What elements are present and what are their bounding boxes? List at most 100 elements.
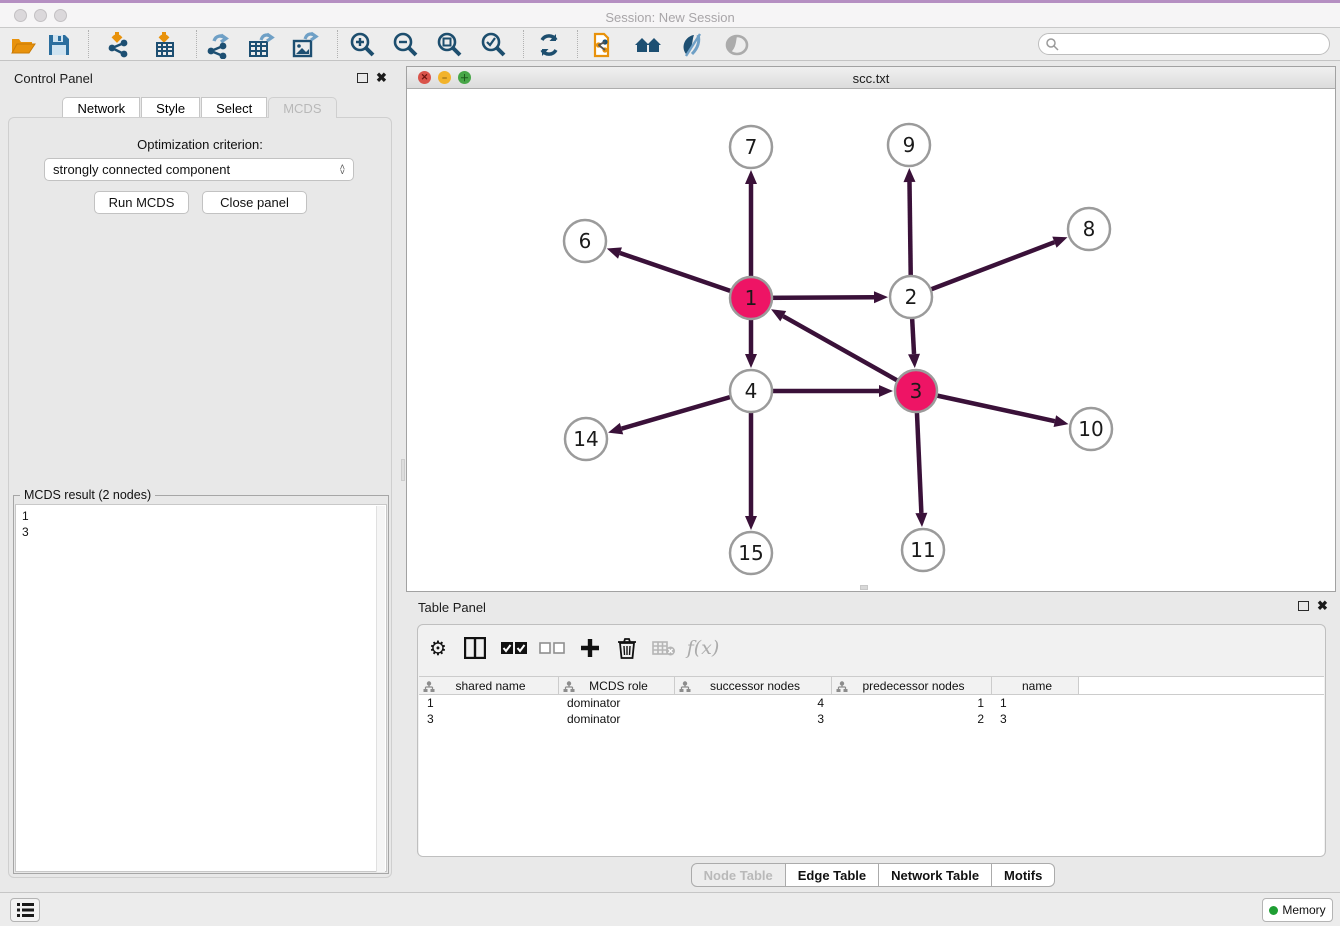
column-header-MCDS-role[interactable]: MCDS role	[559, 677, 675, 694]
edge-arrowhead	[745, 354, 757, 368]
table-tabs: Node TableEdge TableNetwork TableMotifs	[406, 863, 1340, 889]
table-cell: 2	[832, 711, 992, 727]
control-panel-title: Control Panel	[14, 71, 93, 86]
control-tabs: NetworkStyleSelectMCDS	[0, 96, 400, 118]
search-input[interactable]	[1059, 35, 1329, 53]
graph-node-label: 6	[579, 229, 592, 253]
close-panel-icon[interactable]: ✖	[1317, 601, 1328, 611]
import-network-icon[interactable]	[103, 31, 133, 58]
mcds-result-line: 1	[22, 508, 380, 524]
edge-3-1	[783, 316, 916, 391]
deselect-all-icon[interactable]	[537, 635, 567, 661]
columns-icon[interactable]	[460, 635, 490, 661]
gear-icon[interactable]: ⚙	[423, 635, 453, 661]
edge-arrowhead	[1054, 415, 1069, 427]
column-flow-icon	[423, 681, 435, 692]
column-header-label: name	[992, 679, 1078, 693]
tab-node-table[interactable]: Node Table	[691, 863, 786, 887]
zoom-out-icon[interactable]	[390, 31, 420, 58]
scrollbar-track[interactable]	[376, 506, 385, 872]
network-title: scc.txt	[407, 71, 1335, 86]
column-flow-icon	[679, 681, 691, 692]
column-header-label: shared name	[419, 679, 558, 693]
memory-label: Memory	[1282, 903, 1325, 917]
criterion-select[interactable]: strongly connected component ˄˅	[44, 158, 354, 181]
toolbar-separator	[337, 30, 338, 58]
refresh-icon[interactable]	[534, 31, 564, 58]
tab-mcds[interactable]: MCDS	[268, 97, 336, 118]
column-header-name[interactable]: name	[992, 677, 1079, 694]
table-panel-buttons: ✖	[1298, 601, 1328, 611]
column-header-predecessor-nodes[interactable]: predecessor nodes	[832, 677, 992, 694]
search-icon	[1045, 37, 1059, 51]
graph-node-label: 1	[745, 286, 758, 310]
graph-node-label: 14	[573, 427, 598, 451]
close-panel-icon[interactable]: ✖	[376, 73, 387, 83]
control-panel-buttons: ✖	[357, 73, 387, 83]
import-table-icon[interactable]	[150, 31, 180, 58]
zoom-fit-icon[interactable]	[434, 31, 464, 58]
export-network-icon[interactable]	[203, 31, 233, 58]
zoom-selected-icon[interactable]	[478, 31, 508, 58]
add-icon[interactable]	[575, 635, 605, 661]
column-header-label: successor nodes	[675, 679, 831, 693]
trash-icon[interactable]	[612, 635, 642, 661]
eye-icon[interactable]	[722, 31, 752, 58]
edge-arrowhead	[874, 291, 888, 303]
table-row[interactable]: 1dominator411	[419, 695, 1324, 711]
table-container: ⚙ f(x) shared nameMCDS rolesuccessor nod…	[417, 624, 1326, 857]
main-toolbar	[0, 28, 1340, 61]
graph-node-label: 11	[910, 538, 935, 562]
search-field[interactable]	[1038, 33, 1330, 55]
column-header-label: predecessor nodes	[832, 679, 991, 693]
table-row[interactable]: 3dominator323	[419, 711, 1324, 727]
network-window-titlebar[interactable]: ✕ − ＋ scc.txt	[407, 67, 1335, 89]
memory-button[interactable]: Memory	[1262, 898, 1333, 922]
save-icon[interactable]	[44, 31, 74, 58]
network-graph-canvas[interactable]: 7968124314101511	[407, 89, 1335, 591]
style-visibility-icon[interactable]	[677, 31, 707, 58]
toolbar-separator	[88, 30, 89, 58]
window-resize-handle[interactable]	[860, 585, 868, 590]
list-icon	[17, 903, 34, 917]
graph-node-label: 7	[745, 135, 758, 159]
memory-status-icon	[1269, 906, 1278, 915]
table-panel-title: Table Panel	[418, 600, 486, 615]
export-image-icon[interactable]	[290, 31, 320, 58]
table-cell: dominator	[559, 711, 675, 727]
copy-network-icon[interactable]	[589, 31, 619, 58]
open-folder-icon[interactable]	[8, 31, 38, 58]
graph-node-label: 8	[1083, 217, 1096, 241]
splitter-handle[interactable]	[401, 459, 405, 481]
table-rows: 1dominator4113dominator323	[419, 695, 1324, 727]
edge-2-8	[911, 242, 1054, 297]
mcds-result-text[interactable]: 13	[15, 504, 387, 872]
graph-node-label: 2	[905, 285, 918, 309]
zoom-in-icon[interactable]	[347, 31, 377, 58]
tab-select[interactable]: Select	[201, 97, 267, 118]
tab-style[interactable]: Style	[141, 97, 200, 118]
status-bar: Memory	[0, 892, 1340, 926]
node-table: shared nameMCDS rolesuccessor nodesprede…	[419, 676, 1324, 856]
graph-node-label: 9	[903, 133, 916, 157]
titlebar: Session: New Session	[0, 3, 1340, 28]
home-icon[interactable]	[633, 31, 663, 58]
panel-selector-button[interactable]	[10, 898, 40, 922]
mcds-result-line: 3	[22, 524, 380, 540]
tab-network-table[interactable]: Network Table	[879, 863, 992, 887]
tab-edge-table[interactable]: Edge Table	[786, 863, 879, 887]
float-panel-icon[interactable]	[357, 73, 368, 83]
column-flow-icon	[563, 681, 575, 692]
float-panel-icon[interactable]	[1298, 601, 1309, 611]
run-mcds-button[interactable]: Run MCDS	[94, 191, 189, 214]
graph-node-label: 4	[745, 379, 758, 403]
tab-motifs[interactable]: Motifs	[992, 863, 1055, 887]
tab-network[interactable]: Network	[62, 97, 140, 118]
optimization-criterion-label: Optimization criterion:	[0, 137, 400, 152]
column-header-successor-nodes[interactable]: successor nodes	[675, 677, 832, 694]
select-all-icon[interactable]	[499, 635, 529, 661]
close-panel-button[interactable]: Close panel	[202, 191, 307, 214]
edge-arrowhead	[915, 513, 927, 527]
column-header-shared-name[interactable]: shared name	[419, 677, 559, 694]
export-table-icon[interactable]	[246, 31, 276, 58]
